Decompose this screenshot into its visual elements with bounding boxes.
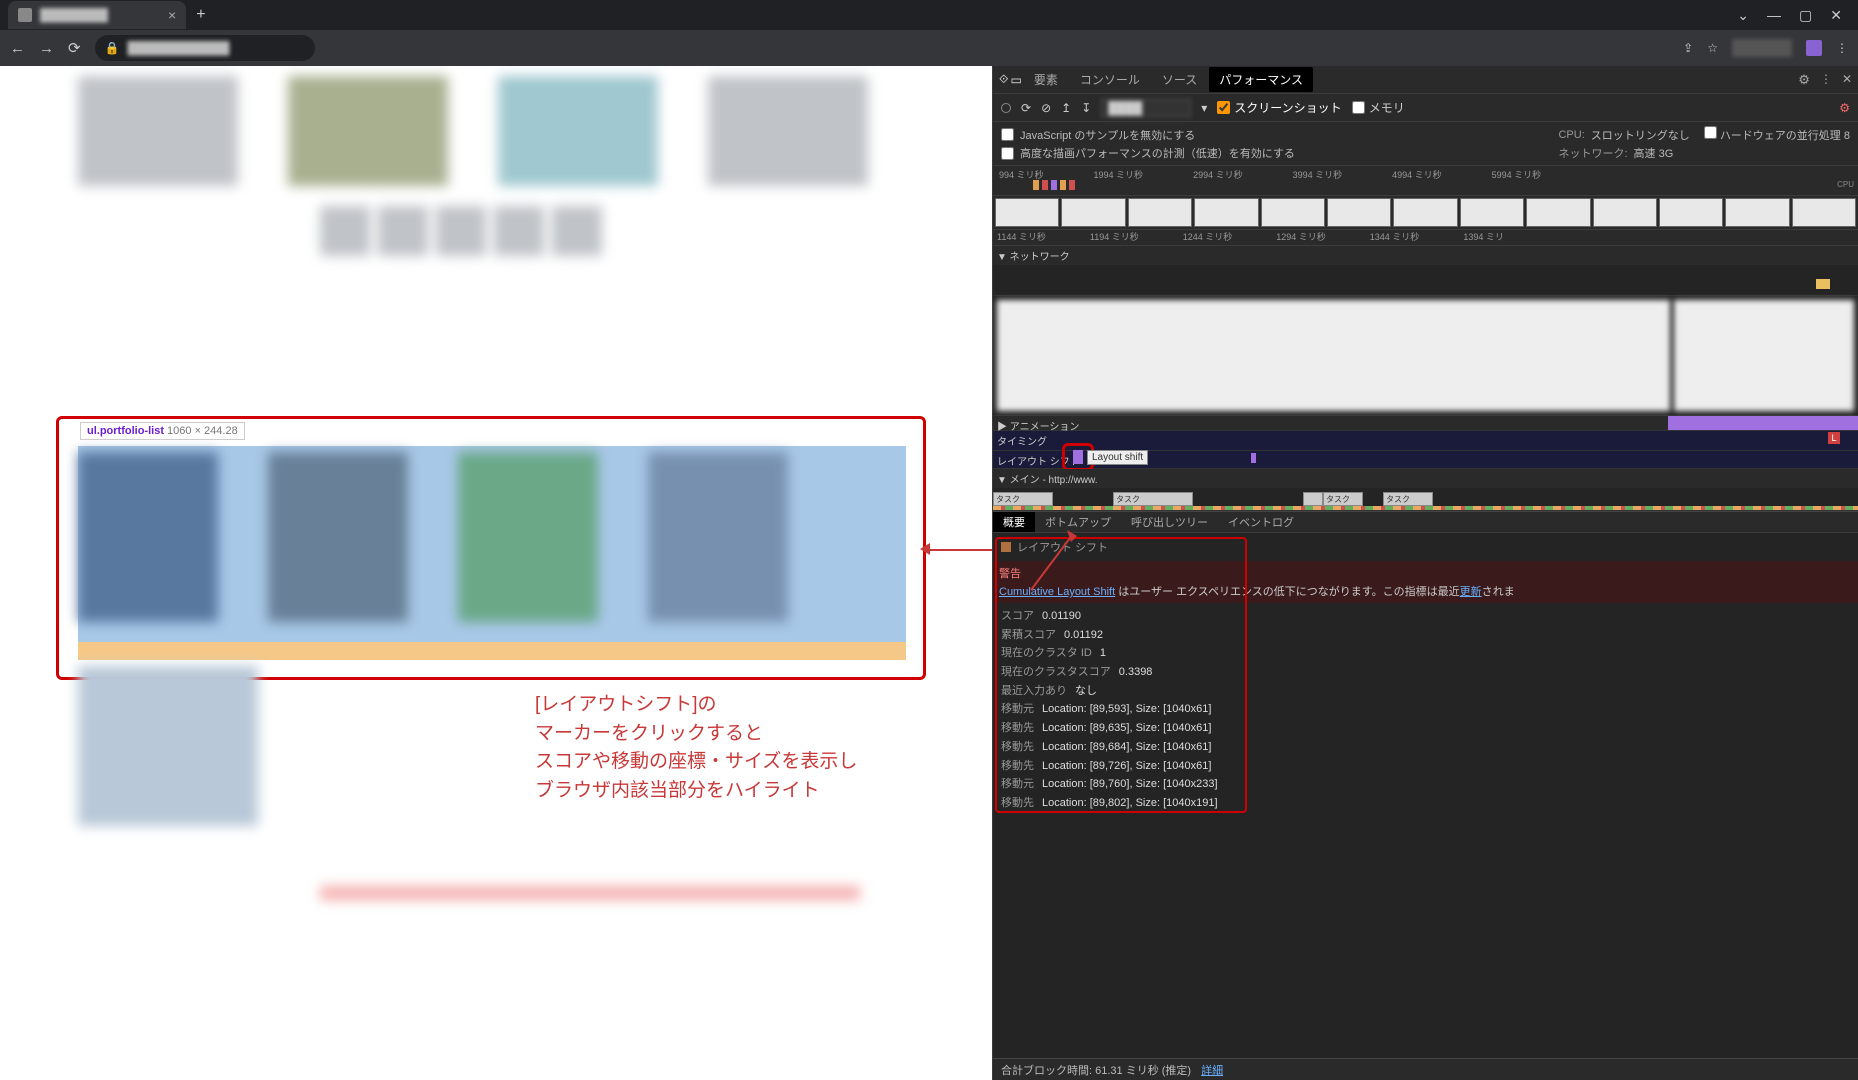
detail-tab-bottomup[interactable]: ボトムアップ xyxy=(1035,512,1121,532)
task-block[interactable]: タスク xyxy=(1323,492,1363,506)
tab-elements[interactable]: 要素 xyxy=(1024,67,1068,92)
tab-sources[interactable]: ソース xyxy=(1152,67,1207,92)
forward-icon[interactable]: → xyxy=(39,40,54,57)
task-block[interactable] xyxy=(1303,492,1323,506)
extensions[interactable] xyxy=(1732,39,1792,57)
annotation-text: [レイアウトシフト]の マーカーをクリックすると スコアや移動の座標・サイズを表… xyxy=(535,691,857,805)
network-throttle-select[interactable]: 高速 3G xyxy=(1634,145,1674,161)
window-controls: ⌄ — ▢ ✕ xyxy=(1737,7,1858,24)
track-timing[interactable]: タイミング L xyxy=(993,431,1858,451)
menu-icon[interactable]: ⋮ xyxy=(1836,41,1848,55)
cls-marker-2[interactable] xyxy=(1251,453,1256,463)
save-icon[interactable]: ↧ xyxy=(1081,101,1091,115)
total-blocking-time: 合計ブロック時間: 61.31 ミリ秒 (推定) xyxy=(1001,1062,1191,1078)
tab-console[interactable]: コンソール xyxy=(1070,67,1150,92)
gear-icon[interactable]: ⚙ xyxy=(1798,72,1810,88)
recording-select[interactable]: ████ xyxy=(1101,99,1191,117)
url-text: ████████████ xyxy=(128,41,230,55)
details-link[interactable]: 詳細 xyxy=(1201,1062,1223,1078)
minimize-icon[interactable]: — xyxy=(1767,7,1781,24)
track-animation[interactable]: ▶ アニメーション xyxy=(993,416,1858,431)
back-icon[interactable]: ← xyxy=(10,40,25,57)
perf-toolbar: ⟳ ⊘ ↥ ↧ ████ ▾ スクリーンショット メモリ ⚙ xyxy=(993,94,1858,122)
devtools-tabs: ⟐ ▭ 要素 コンソール ソース パフォーマンス ⚙ ⋮ ✕ xyxy=(993,66,1858,94)
address-bar: ← → ⟳ 🔒 ████████████ ⇪ ☆ ⋮ xyxy=(0,30,1858,66)
tooltip-selector: ul.portfolio-list xyxy=(87,425,164,437)
close-window-icon[interactable]: ✕ xyxy=(1830,7,1842,24)
tooltip-dims: 1060 × 244.28 xyxy=(167,425,238,437)
annotation-box-detail xyxy=(995,537,1247,813)
annotation-arrow-head xyxy=(920,543,930,555)
hw-concurrency-checkbox[interactable] xyxy=(1704,126,1717,139)
filmstrip[interactable] xyxy=(993,196,1858,230)
cpu-throttle-select[interactable]: スロットリングなし xyxy=(1591,127,1690,143)
memory-checkbox[interactable]: メモリ xyxy=(1352,99,1405,116)
url-input[interactable]: 🔒 ████████████ xyxy=(95,35,315,61)
browser-titlebar: ████████ × + ⌄ — ▢ ✕ xyxy=(0,0,1858,30)
perf-settings: JavaScript のサンプルを無効にする CPU:スロットリングなし ハード… xyxy=(993,122,1858,166)
gear-icon[interactable]: ⚙ xyxy=(1839,101,1850,115)
close-devtools-icon[interactable]: ✕ xyxy=(1842,72,1852,88)
tab-performance[interactable]: パフォーマンス xyxy=(1209,67,1313,92)
star-icon[interactable]: ☆ xyxy=(1707,41,1718,55)
reload-icon[interactable]: ⟳ xyxy=(68,39,81,57)
tab-favicon xyxy=(18,8,32,22)
detail-tab-summary[interactable]: 概要 xyxy=(993,512,1035,532)
perf-footer: 合計ブロック時間: 61.31 ミリ秒 (推定) 詳細 xyxy=(993,1058,1858,1080)
new-tab-button[interactable]: + xyxy=(196,6,205,24)
browser-tab[interactable]: ████████ × xyxy=(8,1,186,29)
screenshots-checkbox[interactable]: スクリーンショット xyxy=(1217,99,1341,116)
disable-js-checkbox[interactable] xyxy=(1001,128,1014,141)
detail-tabs: 概要 ボトムアップ 呼び出しツリー イベントログ xyxy=(993,511,1858,533)
record-button[interactable] xyxy=(1001,103,1011,113)
maximize-icon[interactable]: ▢ xyxy=(1799,7,1812,24)
devtools-panel: ⟐ ▭ 要素 コンソール ソース パフォーマンス ⚙ ⋮ ✕ ⟳ ⊘ ↥ ↧ █… xyxy=(992,66,1858,1080)
element-tooltip: ul.portfolio-list 1060 × 244.28 xyxy=(80,422,245,440)
annotation-box-page xyxy=(56,416,926,680)
page-viewport: ul.portfolio-list 1060 × 244.28 [レイアウトシフ… xyxy=(0,66,992,1080)
more-icon[interactable]: ⋮ xyxy=(1820,72,1832,88)
track-main[interactable]: ▼ メイン - http://www. タスク タスク タスク タスク xyxy=(993,469,1858,511)
detail-tab-calltree[interactable]: 呼び出しツリー xyxy=(1121,512,1218,532)
timeline-overview[interactable]: 994 ミリ秒 1994 ミリ秒 2994 ミリ秒 3994 ミリ秒 4994 … xyxy=(993,166,1858,196)
close-icon[interactable]: × xyxy=(168,7,176,23)
task-block[interactable]: タスク xyxy=(1113,492,1193,506)
lock-icon: 🔒 xyxy=(105,41,120,55)
timing-l-marker: L xyxy=(1828,432,1840,444)
detail-panel: レイアウト シフト 警告 Cumulative Layout Shift はユー… xyxy=(993,533,1858,1058)
track-layout-shift[interactable]: レイアウト シフト Layout shift xyxy=(993,451,1858,469)
share-icon[interactable]: ⇪ xyxy=(1683,41,1693,55)
timeline-ruler[interactable]: 1144 ミリ秒 1194 ミリ秒 1244 ミリ秒 1294 ミリ秒 1344… xyxy=(993,230,1858,246)
chevron-down-icon[interactable]: ⌄ xyxy=(1737,7,1749,24)
track-network[interactable]: ▼ ネットワーク xyxy=(993,246,1858,296)
cpu-label: CPU xyxy=(1837,180,1854,189)
load-icon[interactable]: ↥ xyxy=(1061,101,1071,115)
cls-tooltip: Layout shift xyxy=(1087,450,1148,465)
screenshot-preview xyxy=(993,296,1858,416)
reload-record-icon[interactable]: ⟳ xyxy=(1021,101,1031,115)
tab-title: ████████ xyxy=(40,8,160,22)
annotation-arrow xyxy=(924,549,992,551)
task-block[interactable]: タスク xyxy=(1383,492,1433,506)
profile-avatar[interactable] xyxy=(1806,40,1822,56)
device-icon[interactable]: ▭ xyxy=(1010,73,1021,87)
advanced-paint-checkbox[interactable] xyxy=(1001,147,1014,160)
inspect-icon[interactable]: ⟐ xyxy=(999,72,1008,87)
clear-icon[interactable]: ⊘ xyxy=(1041,101,1051,115)
task-block[interactable]: タスク xyxy=(993,492,1053,506)
detail-tab-eventlog[interactable]: イベントログ xyxy=(1218,512,1304,532)
update-link[interactable]: 更新 xyxy=(1460,586,1482,598)
